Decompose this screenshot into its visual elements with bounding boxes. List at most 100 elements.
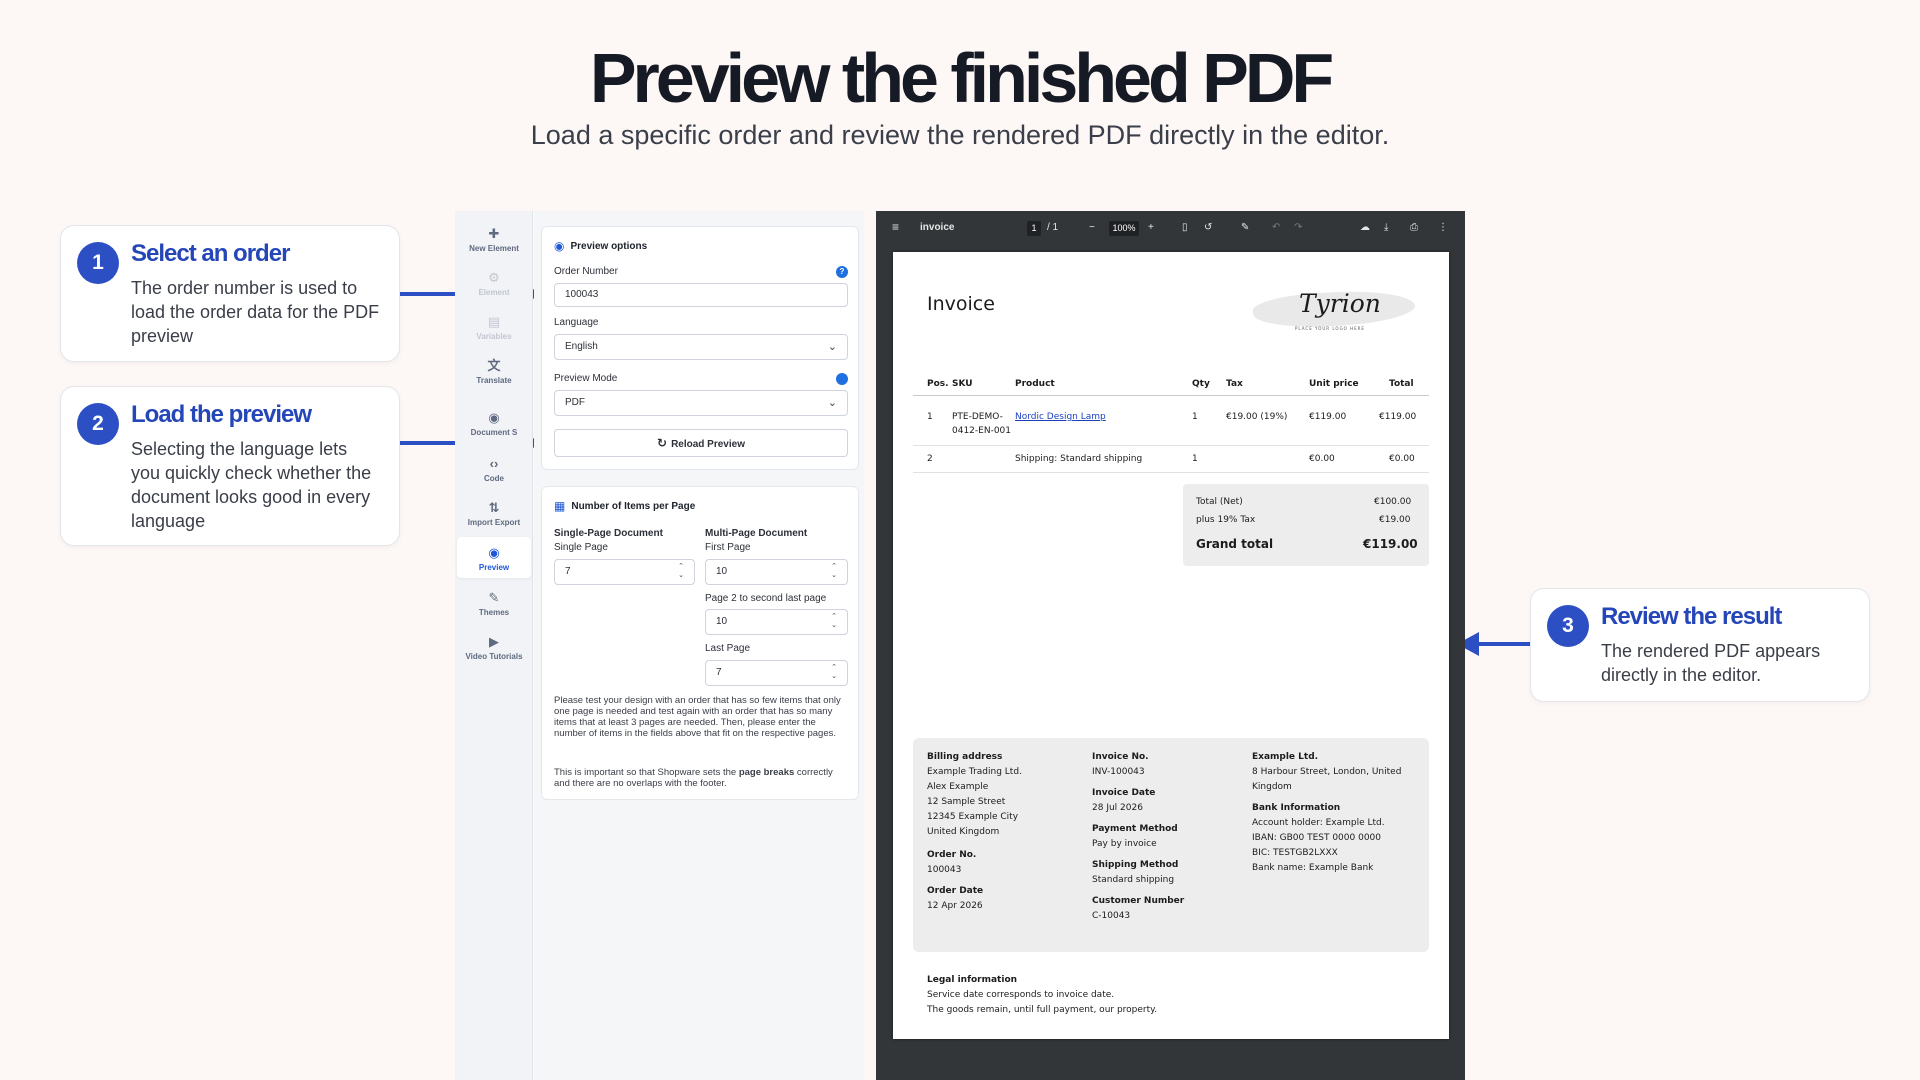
middle-pages-label: Page 2 to second last page <box>705 593 827 604</box>
middle-pages-stepper[interactable]: 10 ⌃ ⌄ <box>705 609 848 635</box>
col-tax: Tax <box>1226 379 1243 389</box>
rotate-icon[interactable]: ↺ <box>1204 222 1212 233</box>
rail-item-label: Preview <box>478 563 510 572</box>
page-number-input[interactable]: 1 <box>1027 221 1041 236</box>
rail-item-label: New Element <box>469 244 519 253</box>
reload-preview-label: Reload Preview <box>671 439 745 450</box>
more-options-icon[interactable]: ⋮ <box>1438 222 1448 233</box>
brush-icon: ✎ <box>488 590 500 605</box>
print-icon[interactable]: ⎙ <box>1410 222 1418 233</box>
reload-preview-button[interactable]: ↻ Reload Preview <box>554 429 848 457</box>
rail-item-element[interactable]: ⚙ Element <box>457 270 531 297</box>
row-1-unit-price: €119.00 <box>1309 412 1347 422</box>
rail-item-video-tutorials[interactable]: ▶ Video Tutorials <box>457 634 531 661</box>
bank-info-label: Bank Information <box>1252 803 1341 813</box>
order-no-label: Order No. <box>927 850 977 860</box>
preview-mode-label: Preview Mode <box>554 373 618 384</box>
language-value: English <box>565 341 598 352</box>
zoom-in-icon[interactable]: + <box>1148 222 1154 233</box>
row-1-total: €119.00 <box>1379 412 1417 422</box>
translate-icon: 文 <box>487 358 501 373</box>
rail-item-code[interactable]: ‹› Code <box>457 456 531 483</box>
callout-review-result: 3 Review the result The rendered PDF app… <box>1530 588 1870 702</box>
card-heading: ▦ Number of Items per Page <box>554 499 695 513</box>
total-net-value: €100.00 <box>1374 497 1412 507</box>
order-number-label: Order Number <box>554 266 618 277</box>
pdf-filename: invoice <box>920 222 955 233</box>
customer-number-value: C-10043 <box>1092 911 1131 921</box>
preview-mode-select[interactable]: PDF ⌄ <box>554 390 848 416</box>
arrow-to-pdf-viewer <box>1457 632 1530 656</box>
help-icon[interactable]: ? <box>836 266 848 278</box>
zoom-out-icon[interactable]: − <box>1089 222 1095 233</box>
undo-icon[interactable]: ↶ <box>1272 222 1280 233</box>
stepper-arrows-icon: ⌃ ⌄ <box>831 613 837 629</box>
download-icon[interactable]: ⤓ <box>1384 222 1388 233</box>
single-page-stepper[interactable]: 7 ⌃ ⌄ <box>554 559 695 585</box>
info-dot-icon[interactable] <box>836 373 848 385</box>
company-address: 8 Harbour Street, London, United <box>1252 767 1402 777</box>
row-2-total: €0.00 <box>1389 454 1415 464</box>
grand-total-label: Grand total <box>1196 537 1274 551</box>
single-page-label: Single Page <box>554 542 608 553</box>
col-unit-price: Unit price <box>1309 379 1359 389</box>
card-heading: ◉ Preview options <box>554 239 647 253</box>
step-number-badge: 2 <box>77 403 119 445</box>
billing-line: Example Trading Ltd. <box>927 767 1022 777</box>
tax-label: plus 19% Tax <box>1196 515 1256 525</box>
language-select[interactable]: English ⌄ <box>554 334 848 360</box>
last-page-stepper[interactable]: 7 ⌃ ⌄ <box>705 660 848 686</box>
step-number-badge: 1 <box>77 242 119 284</box>
rail-item-themes[interactable]: ✎ Themes <box>457 590 531 617</box>
zoom-level[interactable]: 100% <box>1109 221 1139 236</box>
rail-item-variables[interactable]: ▤ Variables <box>457 314 531 341</box>
bank-line: Account holder: Example Ltd. <box>1252 818 1385 828</box>
redo-icon[interactable]: ↷ <box>1294 222 1302 233</box>
table-header-divider <box>913 395 1429 396</box>
rail-item-preview[interactable]: ◉ Preview <box>457 537 531 578</box>
save-to-drive-icon[interactable]: ☁ <box>1360 222 1370 233</box>
rail-item-label: Document S <box>470 428 518 437</box>
row-1-product-link[interactable]: Nordic Design Lamp <box>1015 412 1106 422</box>
grand-total-value: €119.00 <box>1363 537 1418 551</box>
bank-line: Bank name: Example Bank <box>1252 863 1374 873</box>
rail-item-label: Translate <box>476 376 512 385</box>
palette-icon: ◉ <box>488 410 500 425</box>
preview-mode-value: PDF <box>565 397 585 408</box>
callout-select-order: 1 Select an order The order number is us… <box>60 225 400 362</box>
invoice-title: Invoice <box>927 293 995 315</box>
row-2-product: Shipping: Standard shipping <box>1015 454 1143 464</box>
logo-tagline: PLACE YOUR LOGO HERE <box>1295 326 1365 331</box>
billing-line: 12 Sample Street <box>927 797 1006 807</box>
row-1-sku-cont: 0412-EN-001 <box>952 426 1011 436</box>
col-total: Total <box>1389 379 1414 389</box>
fit-page-icon[interactable]: ▯ <box>1182 222 1188 233</box>
editor-side-rail: ✚ New Element ⚙ Element ▤ Variables 文 Tr… <box>455 211 533 1080</box>
menu-icon[interactable]: ≡ <box>892 220 899 234</box>
puzzle-icon: ✚ <box>488 226 500 241</box>
stepper-arrows-icon: ⌃ ⌄ <box>678 563 684 579</box>
order-number-value: 100043 <box>565 289 599 300</box>
rail-item-translate[interactable]: 文 Translate <box>457 358 531 385</box>
page-title: Preview the finished PDF <box>589 39 1334 117</box>
total-net-label: Total (Net) <box>1196 497 1243 507</box>
col-product: Product <box>1015 379 1055 389</box>
middle-pages-value: 10 <box>716 616 728 627</box>
shipping-method-label: Shipping Method <box>1092 860 1179 870</box>
payment-method-label: Payment Method <box>1092 824 1178 834</box>
company-name: Example Ltd. <box>1252 752 1319 762</box>
customer-number-label: Customer Number <box>1092 896 1185 906</box>
order-number-input[interactable]: 100043 <box>554 283 848 307</box>
annotate-icon[interactable]: ✎ <box>1241 222 1249 233</box>
rail-item-new-element[interactable]: ✚ New Element <box>457 226 531 253</box>
invoice-date-label: Invoice Date <box>1092 788 1156 798</box>
first-page-stepper[interactable]: 10 ⌃ ⌄ <box>705 559 848 585</box>
rail-item-label: Element <box>478 288 510 297</box>
language-label: Language <box>554 317 599 328</box>
callout-load-preview: 2 Load the preview Selecting the languag… <box>60 386 400 546</box>
rail-item-document-settings[interactable]: ◉ Document S <box>457 410 531 437</box>
billing-address-label: Billing address <box>927 752 1003 762</box>
legal-info-label: Legal information <box>927 975 1018 985</box>
video-icon: ▶ <box>489 634 499 649</box>
rail-item-import-export[interactable]: ⇅ Import Export <box>457 500 531 527</box>
